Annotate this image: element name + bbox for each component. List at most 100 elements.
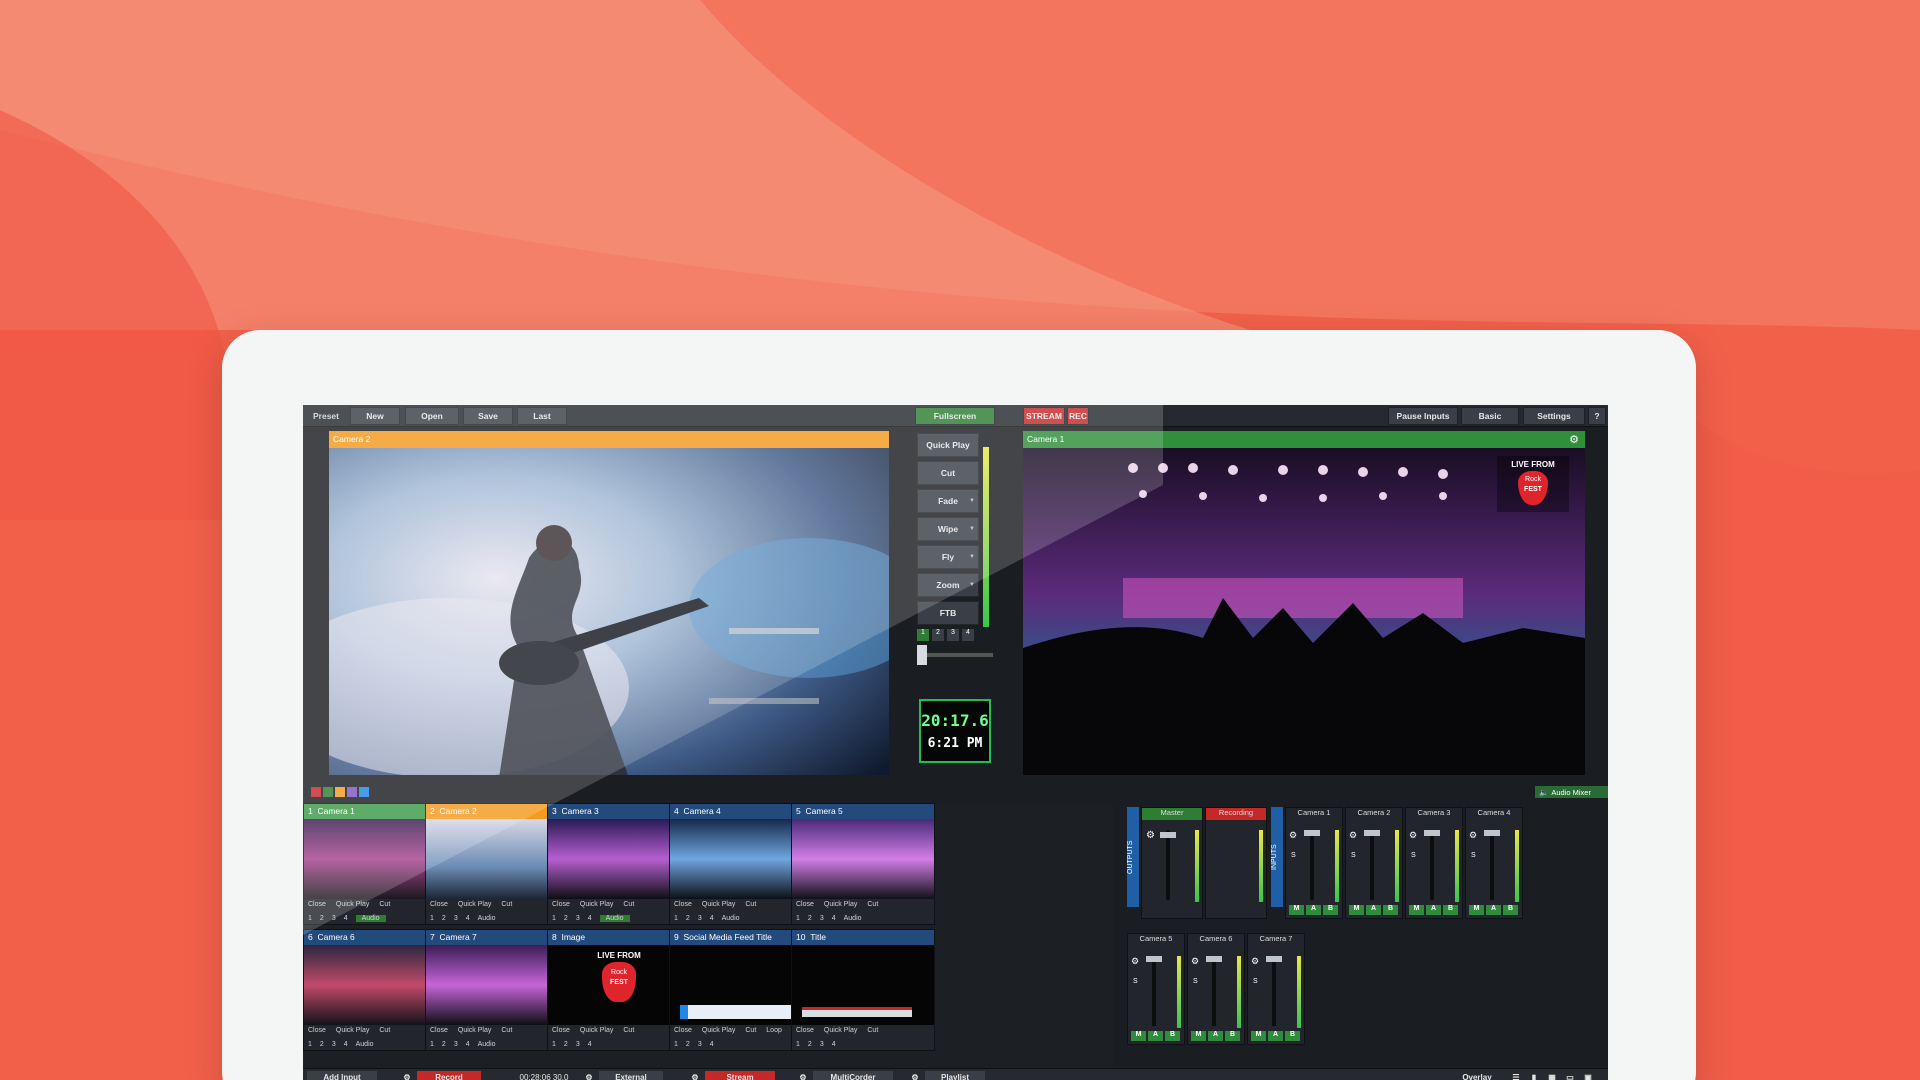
strip-fader[interactable] <box>1272 956 1276 1026</box>
bus-b-button[interactable]: B <box>1285 1031 1300 1041</box>
tile-number[interactable]: 2 <box>442 1041 446 1048</box>
tile-number[interactable]: 2 <box>564 1041 568 1048</box>
tile-number[interactable]: 1 <box>308 915 312 922</box>
grid-view-icon[interactable]: ▦ <box>1545 1071 1559 1080</box>
swatch[interactable] <box>335 787 345 797</box>
tile-number[interactable]: 1 <box>674 1041 678 1048</box>
transition-number[interactable]: 3 <box>947 629 959 641</box>
bus-a-button[interactable]: A <box>1366 905 1381 915</box>
gear-icon[interactable]: ⚙ <box>689 1071 701 1080</box>
gear-icon[interactable]: ⚙ <box>1251 956 1259 967</box>
swatch[interactable] <box>311 787 321 797</box>
input-tile[interactable]: 5 Camera 5 Close Quick Play Cut 1 2 3 4 Audio <box>791 803 935 925</box>
solo-button[interactable]: S <box>1291 852 1296 859</box>
gear-icon[interactable]: ⚙ <box>583 1071 595 1080</box>
tile-number[interactable]: 1 <box>552 915 556 922</box>
tile-number[interactable]: 4 <box>588 915 592 922</box>
cut-button[interactable]: Cut <box>917 461 979 485</box>
dropdown-arrow-icon[interactable]: ▼ <box>969 582 975 588</box>
strip-fader[interactable] <box>1490 830 1494 900</box>
tile-number[interactable]: 3 <box>332 1041 336 1048</box>
tile-number[interactable]: 2 <box>320 1041 324 1048</box>
solo-button[interactable]: S <box>1253 978 1258 985</box>
master-fader[interactable] <box>1166 830 1170 900</box>
strip-fader-knob[interactable] <box>1146 956 1162 962</box>
output-panel[interactable]: Camera 1 ⚙ LIVE FROM Rock FEST <box>1023 431 1585 775</box>
tile-number[interactable]: 1 <box>796 915 800 922</box>
transition-number[interactable]: 2 <box>932 629 944 641</box>
record-button[interactable]: Record <box>417 1071 481 1080</box>
strip-fader[interactable] <box>1430 830 1434 900</box>
tile-number[interactable]: 2 <box>686 915 690 922</box>
strip-fader[interactable] <box>1310 830 1314 900</box>
quick-play-button[interactable]: Quick Play <box>458 1027 491 1036</box>
wipe-button[interactable]: Wipe ▼ <box>917 517 979 541</box>
cut-button[interactable]: Cut <box>867 901 878 910</box>
bus-m-button[interactable]: M <box>1191 1031 1206 1041</box>
quick-play-button[interactable]: Quick Play <box>917 433 979 457</box>
tile-number[interactable]: 2 <box>564 915 568 922</box>
gear-icon[interactable]: ⚙ <box>1349 830 1357 841</box>
audio-button[interactable]: Audio <box>599 915 630 922</box>
solo-button[interactable]: S <box>1411 852 1416 859</box>
cut-button[interactable]: Cut <box>623 901 634 910</box>
tile-number[interactable]: 1 <box>674 915 678 922</box>
bus-b-button[interactable]: B <box>1383 905 1398 915</box>
tile-number[interactable]: 1 <box>430 1041 434 1048</box>
close-button[interactable]: Close <box>674 1027 692 1036</box>
tile-number[interactable]: 3 <box>332 915 336 922</box>
bus-a-button[interactable]: A <box>1486 905 1501 915</box>
gear-icon[interactable]: ⚙ <box>1409 830 1417 841</box>
tile-number[interactable]: 4 <box>710 915 714 922</box>
loop-button[interactable]: Loop <box>766 1027 782 1036</box>
fullscreen-button[interactable]: Fullscreen <box>915 407 995 425</box>
bus-a-button[interactable]: A <box>1306 905 1321 915</box>
tile-number[interactable]: 3 <box>576 915 580 922</box>
lock-icon[interactable]: ▣ <box>1581 1071 1595 1080</box>
tile-number[interactable]: 4 <box>466 915 470 922</box>
quick-play-button[interactable]: Quick Play <box>580 1027 613 1036</box>
swatch[interactable] <box>323 787 333 797</box>
chart-icon[interactable]: ▮ <box>1527 1071 1541 1080</box>
bus-m-button[interactable]: M <box>1289 905 1304 915</box>
tile-number[interactable]: 3 <box>698 1041 702 1048</box>
close-button[interactable]: Close <box>430 1027 448 1036</box>
audio-button[interactable]: Audio <box>355 915 386 922</box>
bus-m-button[interactable]: M <box>1131 1031 1146 1041</box>
quick-play-button[interactable]: Quick Play <box>580 901 613 910</box>
gear-icon[interactable]: ⚙ <box>1191 956 1199 967</box>
playlist-button[interactable]: Playlist <box>925 1071 985 1080</box>
tile-number[interactable]: 3 <box>454 1041 458 1048</box>
open-button[interactable]: Open <box>405 407 459 425</box>
gear-icon[interactable]: ⚙ <box>1146 830 1155 841</box>
bus-m-button[interactable]: M <box>1251 1031 1266 1041</box>
tile-number[interactable]: 1 <box>430 915 434 922</box>
tile-number[interactable]: 2 <box>442 915 446 922</box>
quick-play-button[interactable]: Quick Play <box>336 1027 369 1036</box>
quick-play-button[interactable]: Quick Play <box>336 901 369 910</box>
strip-fader-knob[interactable] <box>1364 830 1380 836</box>
strip-fader[interactable] <box>1152 956 1156 1026</box>
tile-number[interactable]: 4 <box>466 1041 470 1048</box>
bus-m-button[interactable]: M <box>1409 905 1424 915</box>
dropdown-arrow-icon[interactable]: ▼ <box>969 498 975 504</box>
last-button[interactable]: Last <box>517 407 567 425</box>
tile-number[interactable]: 2 <box>320 915 324 922</box>
tile-number[interactable]: 1 <box>796 1041 800 1048</box>
cut-button[interactable]: Cut <box>867 1027 878 1036</box>
tile-number[interactable]: 4 <box>832 1041 836 1048</box>
t-bar[interactable] <box>917 645 993 665</box>
audio-button[interactable]: Audio <box>356 1041 374 1048</box>
stream-status-button[interactable]: STREAM <box>1023 407 1065 425</box>
display-icon[interactable]: ▭ <box>1563 1071 1577 1080</box>
input-tile[interactable]: 10 Title Close Quick Play Cut 1 2 3 4 <box>791 929 935 1051</box>
fade-button[interactable]: Fade ▼ <box>917 489 979 513</box>
tile-number[interactable]: 2 <box>686 1041 690 1048</box>
swatch[interactable] <box>347 787 357 797</box>
transition-number[interactable]: 1 <box>917 629 929 641</box>
audio-button[interactable]: Audio <box>844 915 862 922</box>
tile-number[interactable]: 4 <box>344 1041 348 1048</box>
bus-m-button[interactable]: M <box>1469 905 1484 915</box>
cut-button[interactable]: Cut <box>379 1027 390 1036</box>
cut-button[interactable]: Cut <box>501 901 512 910</box>
